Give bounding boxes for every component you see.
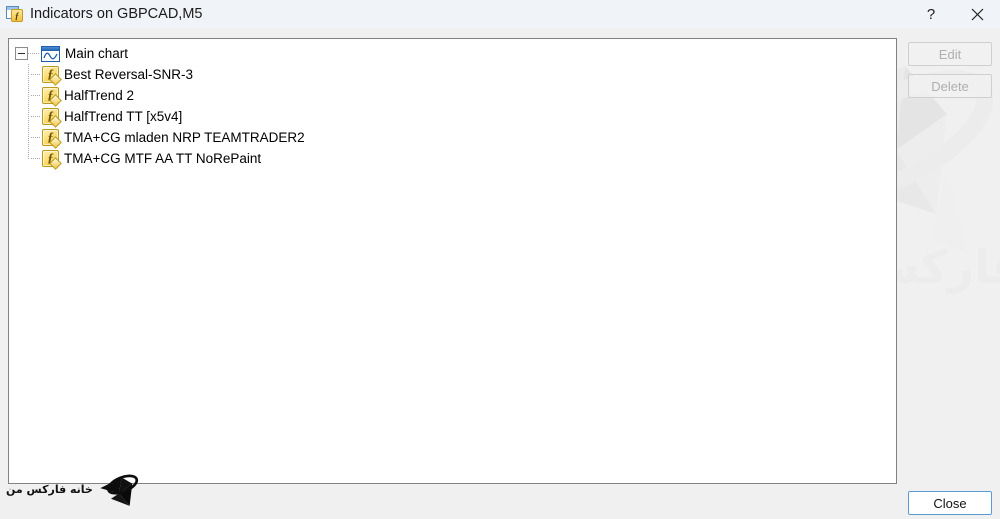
chart-wave-icon	[43, 52, 58, 59]
brand-logo-label: خانه فارکس من	[6, 482, 93, 496]
tree-elbow-connector	[28, 64, 42, 85]
action-buttons: Edit Delete	[908, 42, 992, 98]
window-controls: ?	[908, 0, 1000, 28]
tree-item-best-reversal-snr-3[interactable]: ƒ Best Reversal-SNR-3	[9, 64, 896, 85]
indicators-window-icon: ƒ	[6, 5, 24, 23]
indicators-dialog: خانه فارکس من خانه فارکس من ƒ Indicators…	[0, 0, 1000, 519]
tree-connector-dots	[28, 53, 40, 54]
function-icon: ƒ	[42, 87, 59, 104]
tree-item-tma-cg-mtf-aa-tt-norepaint[interactable]: ƒ TMA+CG MTF AA TT NoRePaint	[9, 148, 896, 169]
tree-item-label: TMA+CG MTF AA TT NoRePaint	[64, 151, 262, 166]
indicators-tree: Main chart ƒ Best Reversal-SNR-3 ƒ HalfT…	[9, 39, 896, 169]
indicators-tree-panel[interactable]: Main chart ƒ Best Reversal-SNR-3 ƒ HalfT…	[8, 38, 897, 484]
brand-planet-arrow-icon	[100, 474, 138, 506]
title-bar: ƒ Indicators on GBPCAD,M5 ?	[0, 0, 1000, 28]
collapse-toggle-icon[interactable]	[15, 47, 28, 60]
tree-children: ƒ Best Reversal-SNR-3 ƒ HalfTrend 2 ƒ Ha…	[9, 64, 896, 169]
help-button[interactable]: ?	[908, 0, 954, 28]
tree-node-main-chart[interactable]: Main chart	[9, 43, 896, 64]
close-button[interactable]: Close	[908, 491, 992, 515]
tree-item-label: HalfTrend TT [x5v4]	[64, 109, 183, 124]
window-title: Indicators on GBPCAD,M5	[30, 6, 203, 22]
function-icon: ƒ	[42, 129, 59, 146]
tree-item-tma-cg-mladen-nrp-teamtrader2[interactable]: ƒ TMA+CG mladen NRP TEAMTRADER2	[9, 127, 896, 148]
edit-button[interactable]: Edit	[908, 42, 992, 66]
tree-node-label: Main chart	[65, 46, 129, 61]
chart-icon	[41, 45, 60, 62]
brand-logo: خانه فارکس من	[6, 466, 141, 512]
function-icon: ƒ	[42, 66, 59, 83]
tree-elbow-connector	[28, 148, 42, 169]
tree-elbow-connector	[28, 106, 42, 127]
function-icon: ƒ	[42, 108, 59, 125]
tree-elbow-connector	[28, 85, 42, 106]
tree-elbow-connector	[28, 127, 42, 148]
close-icon	[971, 8, 983, 20]
tree-item-label: HalfTrend 2	[64, 88, 135, 103]
close-window-button[interactable]	[954, 0, 1000, 28]
delete-button[interactable]: Delete	[908, 74, 992, 98]
tree-item-label: Best Reversal-SNR-3	[64, 67, 194, 82]
tree-item-halftrend-2[interactable]: ƒ HalfTrend 2	[9, 85, 896, 106]
tree-item-label: TMA+CG mladen NRP TEAMTRADER2	[64, 130, 305, 145]
function-icon: ƒ	[42, 150, 59, 167]
tree-item-halftrend-tt-x5v4[interactable]: ƒ HalfTrend TT [x5v4]	[9, 106, 896, 127]
